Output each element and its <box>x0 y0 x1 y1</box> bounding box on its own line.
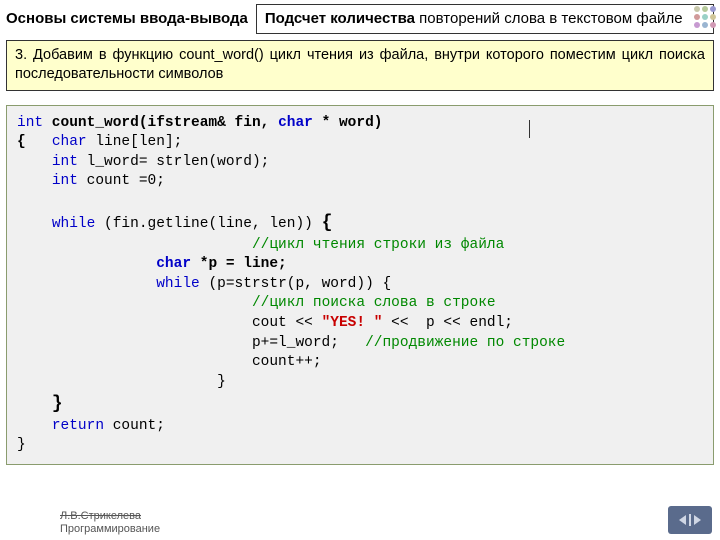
pager[interactable] <box>668 506 712 534</box>
code-listing: int count_word(ifstream& fin, char * wor… <box>6 105 714 465</box>
step-description: 3. Добавим в функцию count_word() цикл ч… <box>6 40 714 91</box>
next-icon[interactable] <box>694 515 701 525</box>
footer-course: Программирование <box>60 523 160 536</box>
page-title: Подсчет количества повторений слова в те… <box>256 4 714 34</box>
prev-icon[interactable] <box>679 515 686 525</box>
title-bold: Подсчет количества <box>265 10 415 27</box>
pager-divider <box>689 514 691 526</box>
footer: Л.В.Стрикелева Программирование <box>60 510 160 536</box>
divider-tick <box>529 120 531 138</box>
footer-author: Л.В.Стрикелева <box>60 510 160 523</box>
decorative-dots <box>694 6 716 28</box>
header: Основы системы ввода-вывода Подсчет коли… <box>0 0 720 34</box>
breadcrumb: Основы системы ввода-вывода <box>6 4 248 27</box>
title-rest: повторений слова в текстовом файле <box>415 10 683 27</box>
